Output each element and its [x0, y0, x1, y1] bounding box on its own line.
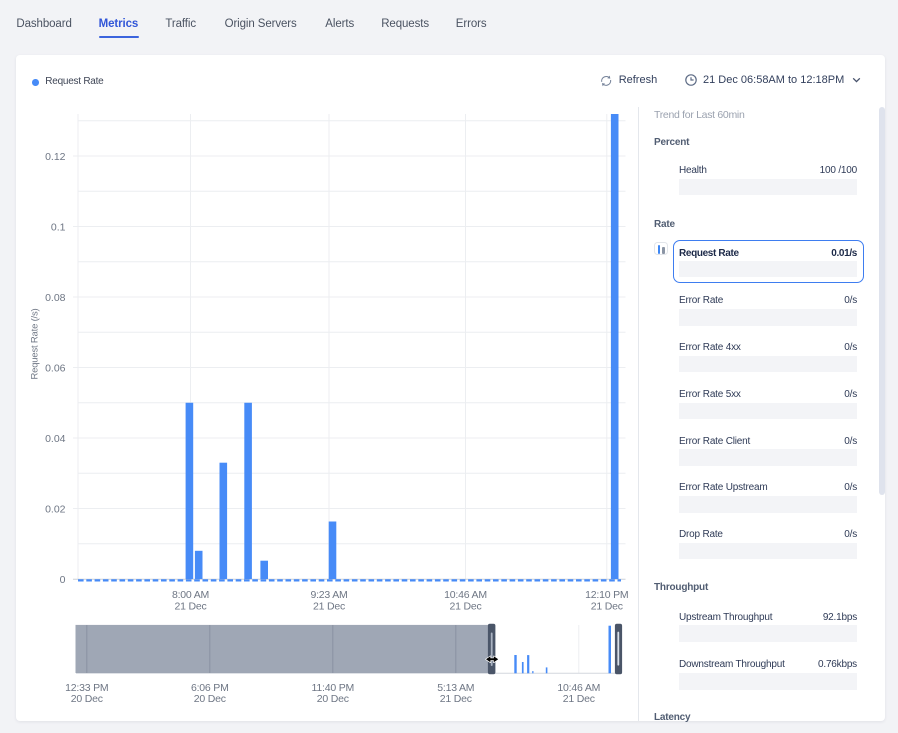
svg-text:21 Dec: 21 Dec	[440, 693, 472, 705]
svg-text:21 Dec: 21 Dec	[174, 601, 206, 613]
svg-text:20 Dec: 20 Dec	[194, 693, 226, 705]
svg-text:0.02: 0.02	[45, 504, 66, 516]
svg-text:0.06: 0.06	[45, 363, 66, 375]
svg-text:0.04: 0.04	[45, 433, 66, 445]
svg-text:0.08: 0.08	[45, 292, 66, 304]
svg-text:8:00 AM: 8:00 AM	[172, 589, 209, 601]
svg-text:6:06 PM: 6:06 PM	[191, 682, 229, 694]
svg-text:21 Dec: 21 Dec	[313, 601, 345, 613]
svg-text:0.1: 0.1	[51, 222, 66, 234]
svg-text:12:33 PM: 12:33 PM	[65, 682, 108, 694]
svg-text:10:46 AM: 10:46 AM	[557, 682, 600, 694]
svg-text:21 Dec: 21 Dec	[591, 601, 623, 613]
svg-text:Request Rate (/s): Request Rate (/s)	[30, 308, 41, 379]
svg-text:9:23 AM: 9:23 AM	[310, 589, 347, 601]
svg-text:12:10 PM: 12:10 PM	[585, 589, 628, 601]
svg-text:20 Dec: 20 Dec	[317, 693, 349, 705]
svg-text:21 Dec: 21 Dec	[563, 693, 595, 705]
svg-text:20 Dec: 20 Dec	[71, 693, 103, 705]
svg-text:0.12: 0.12	[45, 151, 66, 163]
svg-text:0: 0	[60, 574, 66, 586]
svg-text:11:40 PM: 11:40 PM	[312, 682, 355, 694]
svg-text:5:13 AM: 5:13 AM	[437, 682, 474, 694]
svg-text:10:46 AM: 10:46 AM	[444, 589, 487, 601]
svg-text:21 Dec: 21 Dec	[449, 601, 481, 613]
